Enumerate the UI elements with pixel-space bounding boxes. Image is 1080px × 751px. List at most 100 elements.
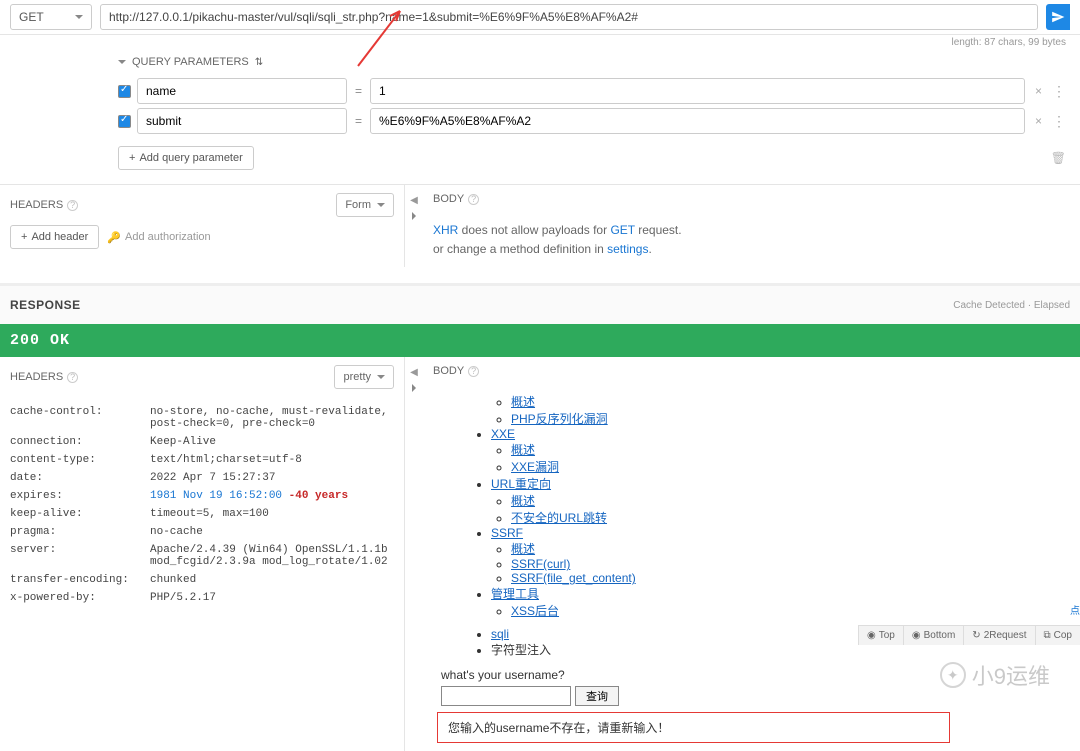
send-button[interactable] — [1046, 4, 1070, 30]
preview-link[interactable]: SSRF — [491, 526, 523, 540]
header-row: pragma:no-cache — [10, 523, 394, 541]
plus-icon: + — [21, 231, 27, 243]
username-input[interactable] — [441, 686, 571, 706]
param-enabled-checkbox[interactable] — [118, 85, 131, 98]
param-enabled-checkbox[interactable] — [118, 115, 131, 128]
header-row: connection:Keep-Alive — [10, 433, 394, 451]
equals-sign: = — [353, 114, 364, 128]
preview-link[interactable]: 概述 — [511, 395, 535, 409]
header-key: pragma: — [10, 526, 150, 538]
header-row: expires:1981 Nov 19 16:52:00 -40 years — [10, 487, 394, 505]
wechat-icon: ✦ — [940, 662, 966, 688]
add-authorization-button[interactable]: 🔑 Add authorization — [107, 225, 210, 249]
preview-link[interactable]: sqli — [491, 627, 509, 641]
preview-link[interactable]: 概述 — [511, 443, 535, 457]
preview-link[interactable]: PHP反序列化漏洞 — [511, 412, 608, 426]
param-name-input[interactable] — [137, 78, 347, 104]
chevron-left-icon[interactable]: ◀ — [410, 195, 418, 206]
param-name-input[interactable] — [137, 108, 347, 134]
param-value-input[interactable] — [370, 78, 1025, 104]
chevron-right-icon[interactable] — [412, 384, 416, 392]
header-value: text/html;charset=utf-8 — [150, 454, 394, 466]
url-input[interactable] — [100, 4, 1038, 30]
req-body-message: XHR does not allow payloads for GET requ… — [423, 213, 1080, 267]
add-query-param-label: Add query parameter — [139, 152, 242, 164]
header-value: chunked — [150, 574, 394, 586]
help-icon[interactable]: ? — [468, 366, 479, 377]
goto-top-button[interactable]: ◉Top — [859, 626, 903, 645]
header-row: x-powered-by:PHP/5.2.17 — [10, 589, 394, 607]
header-value: 1981 Nov 19 16:52:00 -40 years — [150, 490, 394, 502]
preview-link[interactable]: XXE — [491, 427, 515, 441]
drag-handle-icon[interactable]: ⋮ — [1052, 117, 1066, 125]
preview-link[interactable]: 不安全的URL跳转 — [511, 511, 607, 525]
response-meta: Cache Detected · Elapsed — [953, 300, 1070, 311]
header-row: server:Apache/2.4.39 (Win64) OpenSSL/1.1… — [10, 541, 394, 571]
method-label: GET — [19, 10, 44, 24]
method-select[interactable]: GET — [10, 4, 92, 30]
goto-bottom-button[interactable]: ◉Bottom — [903, 626, 963, 645]
headers-view-label: Form — [345, 199, 371, 211]
pretty-label: pretty — [343, 371, 371, 383]
add-auth-label: Add authorization — [125, 231, 211, 243]
header-row: keep-alive:timeout=5, max=100 — [10, 505, 394, 523]
header-row: cache-control:no-store, no-cache, must-r… — [10, 403, 394, 433]
query-params-title: QUERY PARAMETERS — [132, 56, 249, 68]
preview-link[interactable]: 管理工具 — [491, 587, 539, 601]
header-row: content-type:text/html;charset=utf-8 — [10, 451, 394, 469]
preview-link[interactable]: URL重定向 — [491, 477, 551, 491]
equals-sign: = — [353, 84, 364, 98]
remove-param-icon[interactable]: × — [1031, 114, 1046, 128]
remove-param-icon[interactable]: × — [1031, 84, 1046, 98]
search-button[interactable]: 查询 — [575, 686, 619, 706]
preview-link[interactable]: 概述 — [511, 494, 535, 508]
chevron-right-icon[interactable] — [412, 212, 416, 220]
get-label: GET — [610, 223, 634, 237]
settings-link[interactable]: settings — [607, 242, 648, 256]
preview-link[interactable]: SSRF(file_get_content) — [511, 571, 636, 585]
headers-view-select[interactable]: Form — [336, 193, 394, 217]
preview-link[interactable]: XSS后台 — [511, 604, 559, 618]
add-header-button[interactable]: + Add header — [10, 225, 99, 249]
key-icon: 🔑 — [107, 231, 121, 244]
refresh-icon: ↻ — [972, 630, 980, 641]
resp-body-title: BODY ? — [433, 365, 479, 377]
help-icon[interactable]: ? — [468, 194, 479, 205]
goto-request-button[interactable]: ↻2Request — [963, 626, 1034, 645]
preview-link[interactable]: 概述 — [511, 542, 535, 556]
header-key: server: — [10, 544, 150, 568]
header-key: date: — [10, 472, 150, 484]
drag-handle-icon[interactable]: ⋮ — [1052, 87, 1066, 95]
help-icon[interactable]: ? — [67, 200, 78, 211]
header-value: timeout=5, max=100 — [150, 508, 394, 520]
param-value-input[interactable] — [370, 108, 1025, 134]
copy-button[interactable]: ⧉Cop — [1035, 626, 1080, 645]
method-caret-icon — [75, 15, 83, 19]
paper-plane-icon — [1051, 10, 1065, 24]
chevron-left-icon[interactable]: ◀ — [410, 367, 418, 378]
param-row: = × ⋮ — [118, 78, 1066, 104]
query-params-header[interactable]: QUERY PARAMETERS — [118, 50, 1066, 74]
resp-headers-view-select[interactable]: pretty — [334, 365, 394, 389]
header-value: Keep-Alive — [150, 436, 394, 448]
trash-icon[interactable]: 🗑 — [1051, 151, 1066, 165]
preview-link[interactable]: SSRF(curl) — [511, 557, 570, 571]
circle-icon: ◉ — [912, 630, 921, 641]
copy-icon: ⧉ — [1044, 630, 1051, 641]
header-key: content-type: — [10, 454, 150, 466]
caret-down-icon — [118, 60, 126, 64]
add-query-param-button[interactable]: + Add query parameter — [118, 146, 254, 170]
help-icon[interactable]: ? — [67, 372, 78, 383]
header-value: no-store, no-cache, must-revalidate, pos… — [150, 406, 394, 430]
add-header-label: Add header — [31, 231, 88, 243]
header-value: Apache/2.4.39 (Win64) OpenSSL/1.1.1b mod… — [150, 544, 394, 568]
preview-link[interactable]: XXE漏洞 — [511, 460, 559, 474]
sort-icon[interactable] — [255, 56, 263, 68]
status-code: 200 OK — [0, 324, 1080, 357]
req-headers-title: HEADERS ? — [10, 199, 78, 211]
header-key: x-powered-by: — [10, 592, 150, 604]
right-crumb[interactable]: 点 — [1070, 602, 1080, 617]
error-message: 您输入的username不存在，请重新输入！ — [448, 721, 669, 735]
header-value: no-cache — [150, 526, 394, 538]
footer-toolbar: ◉Top ◉Bottom ↻2Request ⧉Cop — [858, 625, 1080, 645]
